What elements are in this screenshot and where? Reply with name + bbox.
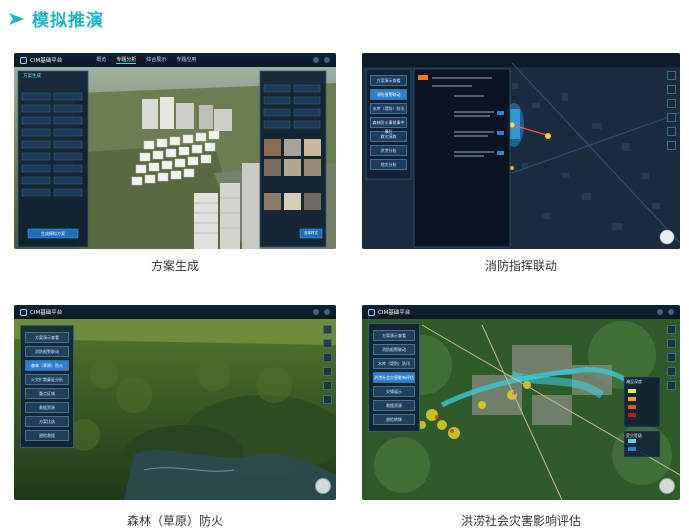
menu-item[interactable]: 救援资源: [25, 402, 69, 413]
section-header: 模拟推演: [8, 6, 104, 31]
zoom-icon[interactable]: [667, 367, 676, 376]
measure-icon[interactable]: [323, 339, 332, 348]
app-title: CIM基础平台: [30, 310, 63, 316]
app-title: CIM基础平台: [30, 58, 63, 64]
section-title: 模拟推演: [32, 11, 104, 31]
menu-item[interactable]: 方案演示查看: [25, 332, 69, 343]
topbar-tools: [313, 309, 330, 315]
user-icon[interactable]: [324, 57, 330, 63]
menu-item[interactable]: 方案比选: [25, 416, 69, 427]
draw-icon[interactable]: [323, 381, 332, 390]
user-icon[interactable]: [668, 309, 674, 315]
fullscreen-icon[interactable]: [667, 141, 676, 150]
side-menu: 方案演示查看 消防报警联动 水库（堤防）防汛 森林防火事前事中事后 救灾演练 洪…: [366, 69, 411, 176]
nav-tab[interactable]: 概览: [96, 56, 106, 64]
compass-icon[interactable]: [659, 478, 675, 494]
settings-icon[interactable]: [313, 309, 319, 315]
generate-plan-button[interactable]: 生成模拟方案: [28, 229, 78, 238]
fire-command-screenshot[interactable]: 方案演示查看 消防报警联动 水库（堤防）防汛 森林防火事前事中事后 救灾演练 洪…: [362, 53, 680, 249]
side-menu: 方案演示查看 消防报警联动 森林（草原）防火 火灾扩散蔓延分析 重点区域 救援资…: [20, 325, 74, 448]
plan-generation-screenshot[interactable]: CIM基础平台 概览 专题分析 综合展示 专题应用 方案生成 生成模拟方案 选择…: [14, 53, 336, 249]
menu-item[interactable]: 地灾分析: [370, 159, 407, 170]
menu-item[interactable]: 方案演示查看: [370, 75, 407, 86]
card-caption: 消防指挥联动: [484, 259, 557, 273]
menu-item[interactable]: 火灾扩散蔓延分析: [25, 374, 69, 385]
layers-icon[interactable]: [323, 325, 332, 334]
user-icon[interactable]: [324, 309, 330, 315]
topbar-tools: [313, 57, 330, 63]
measure-icon[interactable]: [667, 339, 676, 348]
zoom-icon[interactable]: [323, 367, 332, 376]
app-title: CIM基础平台: [378, 310, 411, 316]
app-logo: CIM基础平台: [20, 56, 62, 64]
menu-item[interactable]: 森林防火事前事中事后: [370, 117, 407, 134]
settings-icon[interactable]: [313, 57, 319, 63]
topbar-tools: [657, 309, 674, 315]
menu-item[interactable]: 洪涝分析: [370, 145, 407, 156]
app-logo: CIM基础平台: [368, 308, 410, 316]
menu-item[interactable]: 避险救援: [25, 430, 69, 441]
map-toolbar: [667, 71, 677, 150]
menu-item[interactable]: 避险转移: [373, 414, 415, 425]
select-style-button[interactable]: 选择样式: [300, 229, 322, 238]
draw-icon[interactable]: [667, 381, 676, 390]
layers-icon[interactable]: [667, 71, 676, 80]
menu-item[interactable]: 水库（堤防）防汛: [370, 103, 407, 114]
menu-item[interactable]: 方案演示查看: [373, 330, 415, 341]
nav-tab[interactable]: 专题应用: [176, 56, 196, 64]
legend-title-depth: 淹没深度: [626, 379, 642, 384]
app-nav: 概览 专题分析 综合展示 专题应用: [96, 56, 196, 64]
menu-item[interactable]: 救援资源: [373, 400, 415, 411]
app-topbar: CIM基础平台 概览 专题分析 综合展示 专题应用: [14, 53, 336, 67]
home-icon[interactable]: [667, 99, 676, 108]
forest-fire-screenshot[interactable]: CIM基础平台 方案演示查看 消防报警联动 森林（草原）防火 火灾扩散蔓延分析 …: [14, 305, 336, 500]
flood-impact-screenshot[interactable]: CIM基础平台 方案演示查看 消防报警联动 水库（堤防）防汛 洪涝社会灾害影响评…: [362, 305, 680, 500]
card-caption: 森林（草原）防火: [126, 514, 223, 528]
layers-icon[interactable]: [667, 325, 676, 334]
legend-title-level: 受灾等级: [626, 433, 642, 438]
measure-icon[interactable]: [667, 85, 676, 94]
menu-item[interactable]: 消防报警联动: [25, 346, 69, 357]
nav-tab[interactable]: 综合展示: [146, 56, 166, 64]
home-icon[interactable]: [667, 353, 676, 362]
menu-item[interactable]: 水库（堤防）防汛: [373, 358, 415, 369]
fullscreen-icon[interactable]: [323, 395, 332, 404]
menu-item-active[interactable]: 洪涝社会灾害影响评估: [373, 372, 415, 383]
menu-item[interactable]: 消防报警联动: [373, 344, 415, 355]
menu-item-active[interactable]: 森林（草原）防火: [25, 360, 69, 371]
zoom-icon[interactable]: [667, 113, 676, 122]
settings-icon[interactable]: [657, 309, 663, 315]
app-logo: CIM基础平台: [20, 308, 62, 316]
menu-item[interactable]: 灾情展示: [373, 386, 415, 397]
map-toolbar: [323, 325, 333, 404]
menu-item[interactable]: 重点区域: [25, 388, 69, 399]
chevron-right-icon: [9, 12, 24, 25]
panel-title: 方案生成: [23, 74, 41, 79]
draw-icon[interactable]: [667, 127, 676, 136]
compass-icon[interactable]: [315, 478, 331, 494]
app-topbar: CIM基础平台: [14, 305, 336, 319]
card-caption: 洪涝社会灾害影响评估: [460, 514, 581, 528]
app-topbar: CIM基础平台: [362, 305, 680, 319]
map-toolbar: [667, 325, 677, 390]
menu-item[interactable]: 救灾演练: [370, 131, 407, 142]
side-menu: 方案演示查看 消防报警联动 水库（堤防）防汛 洪涝社会灾害影响评估 灾情展示 救…: [368, 323, 420, 432]
card-caption: 方案生成: [150, 259, 199, 273]
menu-item-active[interactable]: 消防报警联动: [370, 89, 407, 100]
nav-tab-active[interactable]: 专题分析: [116, 56, 137, 64]
home-icon[interactable]: [323, 353, 332, 362]
